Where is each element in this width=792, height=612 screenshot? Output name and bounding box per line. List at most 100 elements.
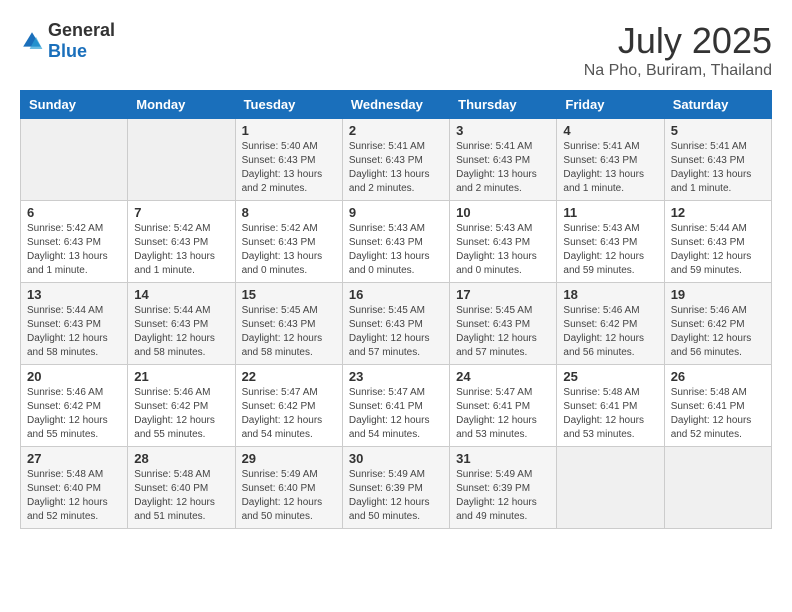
day-number: 29 [242, 451, 336, 466]
day-number: 30 [349, 451, 443, 466]
day-info: Sunrise: 5:43 AM Sunset: 6:43 PM Dayligh… [349, 222, 443, 278]
table-row: 16 Sunrise: 5:45 AM Sunset: 6:43 PM Dayli… [342, 283, 449, 365]
table-row: 12 Sunrise: 5:44 AM Sunset: 6:43 PM Dayli… [664, 201, 771, 283]
day-info: Sunrise: 5:47 AM Sunset: 6:41 PM Dayligh… [349, 386, 443, 442]
day-info: Sunrise: 5:48 AM Sunset: 6:41 PM Dayligh… [671, 386, 765, 442]
day-number: 14 [134, 287, 228, 302]
day-info: Sunrise: 5:41 AM Sunset: 6:43 PM Dayligh… [456, 140, 550, 196]
table-row [557, 447, 664, 529]
day-info: Sunrise: 5:43 AM Sunset: 6:43 PM Dayligh… [563, 222, 657, 278]
table-row: 29 Sunrise: 5:49 AM Sunset: 6:40 PM Dayli… [235, 447, 342, 529]
calendar-week-row: 20Sunrise: 5:46 AM Sunset: 6:42 PM Dayli… [21, 365, 772, 447]
day-info: Sunrise: 5:45 AM Sunset: 6:43 PM Dayligh… [456, 304, 550, 360]
table-row: 20Sunrise: 5:46 AM Sunset: 6:42 PM Dayli… [21, 365, 128, 447]
day-number: 7 [134, 205, 228, 220]
day-info: Sunrise: 5:41 AM Sunset: 6:43 PM Dayligh… [349, 140, 443, 196]
calendar-week-row: 1 Sunrise: 5:40 AM Sunset: 6:43 PM Daylig… [21, 119, 772, 201]
day-number: 8 [242, 205, 336, 220]
month-title: July 2025 [584, 20, 772, 62]
day-number: 19 [671, 287, 765, 302]
logo: General Blue [20, 20, 115, 62]
day-number: 10 [456, 205, 550, 220]
table-row: 31Sunrise: 5:49 AM Sunset: 6:39 PM Dayli… [450, 447, 557, 529]
day-info: Sunrise: 5:46 AM Sunset: 6:42 PM Dayligh… [27, 386, 121, 442]
table-row: 15Sunrise: 5:45 AM Sunset: 6:43 PM Dayli… [235, 283, 342, 365]
location-title: Na Pho, Buriram, Thailand [584, 62, 772, 80]
day-number: 4 [563, 123, 657, 138]
table-row: 19 Sunrise: 5:46 AM Sunset: 6:42 PM Dayli… [664, 283, 771, 365]
calendar-header-friday: Friday [557, 91, 664, 119]
table-row: 22 Sunrise: 5:47 AM Sunset: 6:42 PM Dayli… [235, 365, 342, 447]
table-row: 21 Sunrise: 5:46 AM Sunset: 6:42 PM Dayli… [128, 365, 235, 447]
day-info: Sunrise: 5:49 AM Sunset: 6:39 PM Dayligh… [456, 468, 550, 524]
table-row: 18 Sunrise: 5:46 AM Sunset: 6:42 PM Dayli… [557, 283, 664, 365]
day-number: 12 [671, 205, 765, 220]
calendar-header-wednesday: Wednesday [342, 91, 449, 119]
day-number: 22 [242, 369, 336, 384]
day-number: 23 [349, 369, 443, 384]
table-row: 1 Sunrise: 5:40 AM Sunset: 6:43 PM Daylig… [235, 119, 342, 201]
day-info: Sunrise: 5:47 AM Sunset: 6:42 PM Dayligh… [242, 386, 336, 442]
calendar-table: SundayMondayTuesdayWednesdayThursdayFrid… [20, 90, 772, 529]
day-number: 3 [456, 123, 550, 138]
calendar-week-row: 6 Sunrise: 5:42 AM Sunset: 6:43 PM Daylig… [21, 201, 772, 283]
calendar-week-row: 27Sunrise: 5:48 AM Sunset: 6:40 PM Dayli… [21, 447, 772, 529]
calendar-header-saturday: Saturday [664, 91, 771, 119]
day-number: 6 [27, 205, 121, 220]
day-info: Sunrise: 5:43 AM Sunset: 6:43 PM Dayligh… [456, 222, 550, 278]
page-header: General Blue July 2025 Na Pho, Buriram, … [20, 20, 772, 80]
day-number: 17 [456, 287, 550, 302]
day-number: 11 [563, 205, 657, 220]
table-row: 5 Sunrise: 5:41 AM Sunset: 6:43 PM Daylig… [664, 119, 771, 201]
day-info: Sunrise: 5:46 AM Sunset: 6:42 PM Dayligh… [563, 304, 657, 360]
day-number: 13 [27, 287, 121, 302]
day-info: Sunrise: 5:44 AM Sunset: 6:43 PM Dayligh… [134, 304, 228, 360]
table-row: 3 Sunrise: 5:41 AM Sunset: 6:43 PM Daylig… [450, 119, 557, 201]
calendar-header-sunday: Sunday [21, 91, 128, 119]
table-row: 14 Sunrise: 5:44 AM Sunset: 6:43 PM Dayli… [128, 283, 235, 365]
day-number: 2 [349, 123, 443, 138]
day-number: 21 [134, 369, 228, 384]
table-row: 25 Sunrise: 5:48 AM Sunset: 6:41 PM Dayli… [557, 365, 664, 447]
table-row: 4Sunrise: 5:41 AM Sunset: 6:43 PM Daylig… [557, 119, 664, 201]
table-row: 11 Sunrise: 5:43 AM Sunset: 6:43 PM Dayli… [557, 201, 664, 283]
table-row [128, 119, 235, 201]
calendar-header-monday: Monday [128, 91, 235, 119]
day-number: 25 [563, 369, 657, 384]
day-number: 18 [563, 287, 657, 302]
table-row: 24Sunrise: 5:47 AM Sunset: 6:41 PM Dayli… [450, 365, 557, 447]
table-row [664, 447, 771, 529]
day-info: Sunrise: 5:42 AM Sunset: 6:43 PM Dayligh… [242, 222, 336, 278]
day-info: Sunrise: 5:46 AM Sunset: 6:42 PM Dayligh… [671, 304, 765, 360]
day-number: 1 [242, 123, 336, 138]
table-row: 2 Sunrise: 5:41 AM Sunset: 6:43 PM Daylig… [342, 119, 449, 201]
title-block: July 2025 Na Pho, Buriram, Thailand [584, 20, 772, 80]
table-row: 10 Sunrise: 5:43 AM Sunset: 6:43 PM Dayli… [450, 201, 557, 283]
day-info: Sunrise: 5:41 AM Sunset: 6:43 PM Dayligh… [671, 140, 765, 196]
day-number: 16 [349, 287, 443, 302]
day-info: Sunrise: 5:40 AM Sunset: 6:43 PM Dayligh… [242, 140, 336, 196]
table-row: 9 Sunrise: 5:43 AM Sunset: 6:43 PM Daylig… [342, 201, 449, 283]
calendar-header-row: SundayMondayTuesdayWednesdayThursdayFrid… [21, 91, 772, 119]
day-info: Sunrise: 5:45 AM Sunset: 6:43 PM Dayligh… [349, 304, 443, 360]
day-number: 5 [671, 123, 765, 138]
day-info: Sunrise: 5:48 AM Sunset: 6:40 PM Dayligh… [27, 468, 121, 524]
day-info: Sunrise: 5:48 AM Sunset: 6:41 PM Dayligh… [563, 386, 657, 442]
calendar-header-tuesday: Tuesday [235, 91, 342, 119]
logo-blue-text: Blue [48, 41, 87, 61]
day-info: Sunrise: 5:46 AM Sunset: 6:42 PM Dayligh… [134, 386, 228, 442]
table-row: 13Sunrise: 5:44 AM Sunset: 6:43 PM Dayli… [21, 283, 128, 365]
day-info: Sunrise: 5:49 AM Sunset: 6:40 PM Dayligh… [242, 468, 336, 524]
table-row [21, 119, 128, 201]
table-row: 7Sunrise: 5:42 AM Sunset: 6:43 PM Daylig… [128, 201, 235, 283]
day-info: Sunrise: 5:48 AM Sunset: 6:40 PM Dayligh… [134, 468, 228, 524]
table-row: 23 Sunrise: 5:47 AM Sunset: 6:41 PM Dayli… [342, 365, 449, 447]
day-info: Sunrise: 5:45 AM Sunset: 6:43 PM Dayligh… [242, 304, 336, 360]
day-info: Sunrise: 5:44 AM Sunset: 6:43 PM Dayligh… [671, 222, 765, 278]
day-number: 24 [456, 369, 550, 384]
day-info: Sunrise: 5:49 AM Sunset: 6:39 PM Dayligh… [349, 468, 443, 524]
day-number: 28 [134, 451, 228, 466]
day-number: 9 [349, 205, 443, 220]
table-row: 8 Sunrise: 5:42 AM Sunset: 6:43 PM Daylig… [235, 201, 342, 283]
day-number: 26 [671, 369, 765, 384]
